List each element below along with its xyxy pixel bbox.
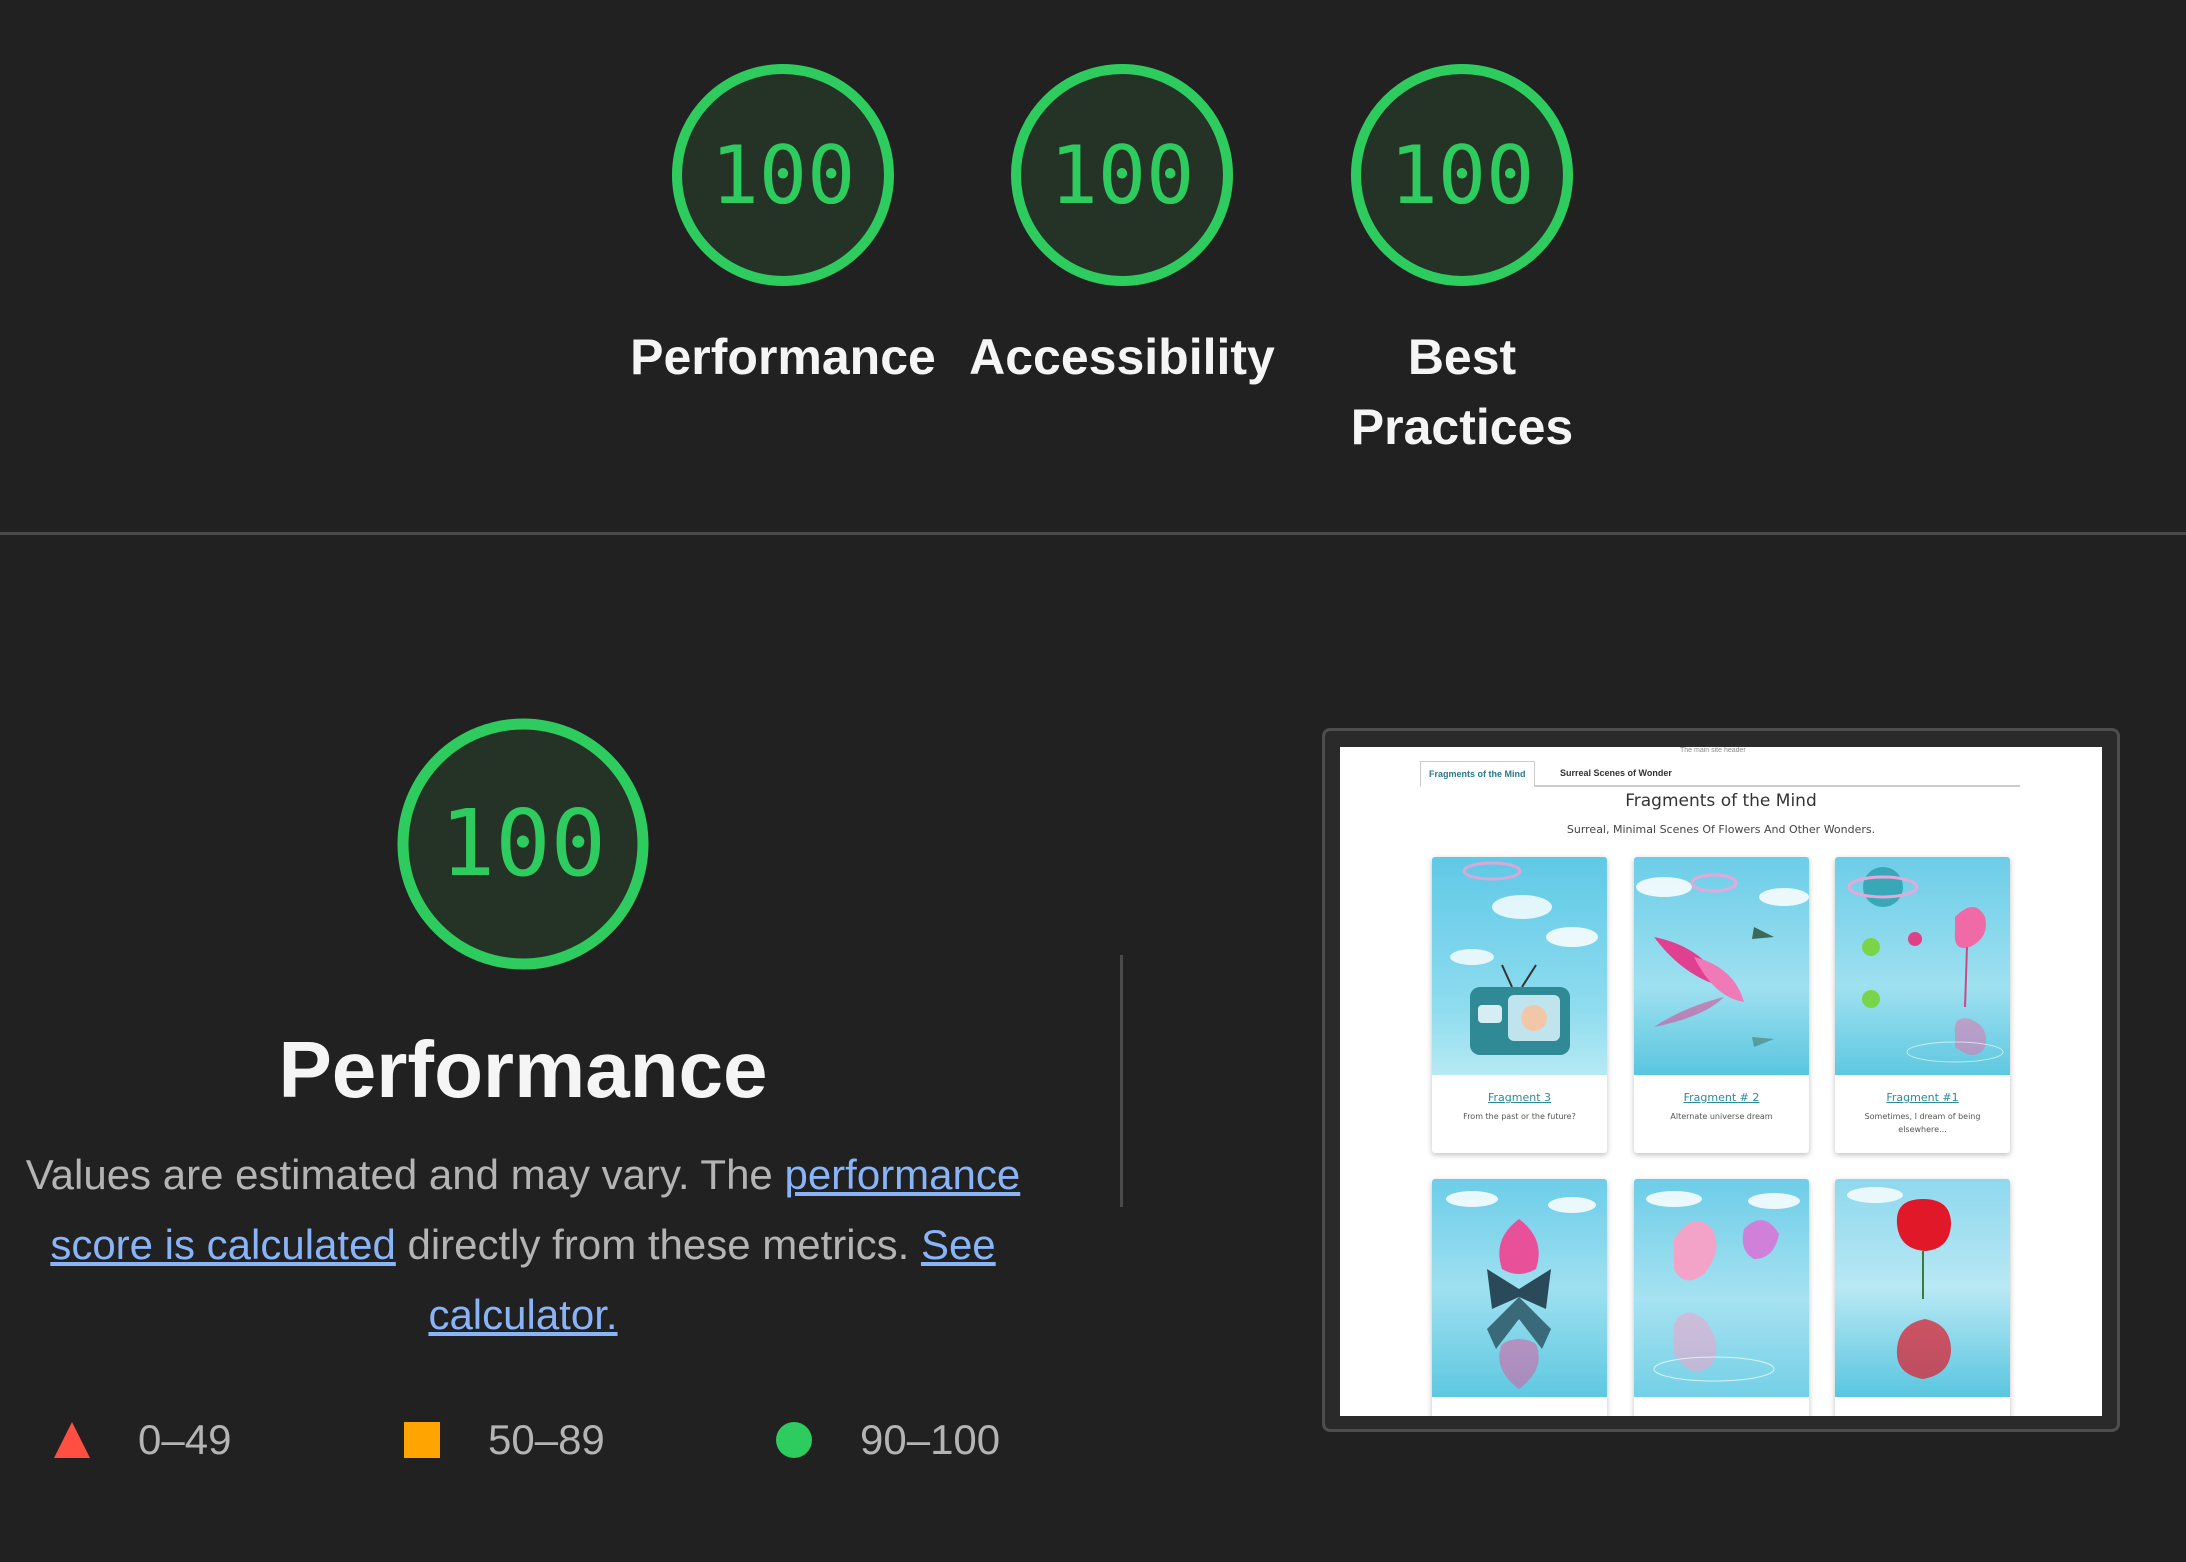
mini-tab-fragments: Fragments of the Mind [1420, 761, 1535, 788]
mini-tabs: Fragments of the Mind Surreal Scenes of … [1420, 755, 2020, 788]
mini-card-desc: Alternate universe dream [1670, 1112, 1773, 1121]
mini-card: Fragment # 2 Alternate universe dream [1634, 857, 1809, 1153]
performance-description: Values are estimated and may vary. The p… [20, 1140, 1026, 1350]
section-divider [0, 532, 2186, 535]
vertical-divider [1120, 955, 1123, 1207]
circle-icon [776, 1422, 812, 1458]
mini-card [1634, 1179, 1809, 1416]
flower-hummingbird-image [1634, 857, 1809, 1075]
performance-title: Performance [278, 1025, 768, 1114]
gauge-label: Accessibility [969, 329, 1275, 385]
tv-image [1432, 857, 1607, 1075]
performance-score-value: 100 [439, 790, 607, 897]
red-poppy-image [1835, 1179, 2010, 1397]
final-screenshot[interactable]: The main site header Fragments of the Mi… [1340, 747, 2102, 1416]
mini-card-title: Fragment 3 [1487, 1091, 1552, 1104]
mini-card [1432, 1179, 1607, 1416]
flamingo-tulip-image [1634, 1179, 1809, 1397]
legend-range: 50–89 [488, 1416, 605, 1463]
gauge-label-line2: Practices [1350, 399, 1574, 455]
mini-card: Fragment 3 From the past or the future? [1432, 857, 1607, 1153]
legend-range: 0–49 [138, 1416, 232, 1463]
desc-text-2: directly from these metrics. [395, 1221, 921, 1268]
flamingo-sphere-image [1835, 857, 2010, 1075]
mini-card-desc: Sometimes, I dream of being elsewhere... [1864, 1112, 1981, 1134]
score-value: 100 [1049, 129, 1195, 222]
mini-card [1835, 1179, 2010, 1416]
mini-tab-surreal: Surreal Scenes of Wonder [1560, 768, 1672, 778]
mini-card-title: Fragment #1 [1886, 1091, 1959, 1104]
mini-header-text: The main site header [1680, 747, 1746, 754]
legend-range: 90–100 [860, 1416, 1001, 1463]
triangle-icon [54, 1422, 90, 1458]
mini-card-desc: From the past or the future? [1463, 1112, 1576, 1121]
mini-card: Fragment #1 Sometimes, I dream of being … [1835, 857, 2010, 1153]
lotus-butterfly-image [1432, 1179, 1607, 1397]
square-icon [404, 1422, 440, 1458]
desc-text-1: Values are estimated and may vary. The [25, 1151, 785, 1198]
mini-page-title: Fragments of the Mind [1625, 791, 1817, 811]
gauge-label: Performance [630, 329, 936, 385]
score-value: 100 [710, 129, 856, 222]
mini-card-title: Fragment # 2 [1683, 1091, 1760, 1104]
score-value: 100 [1389, 129, 1535, 222]
gauge-label-line1: Best [1407, 329, 1517, 385]
mini-page-subtitle: Surreal, Minimal Scenes Of Flowers And O… [1566, 823, 1876, 836]
